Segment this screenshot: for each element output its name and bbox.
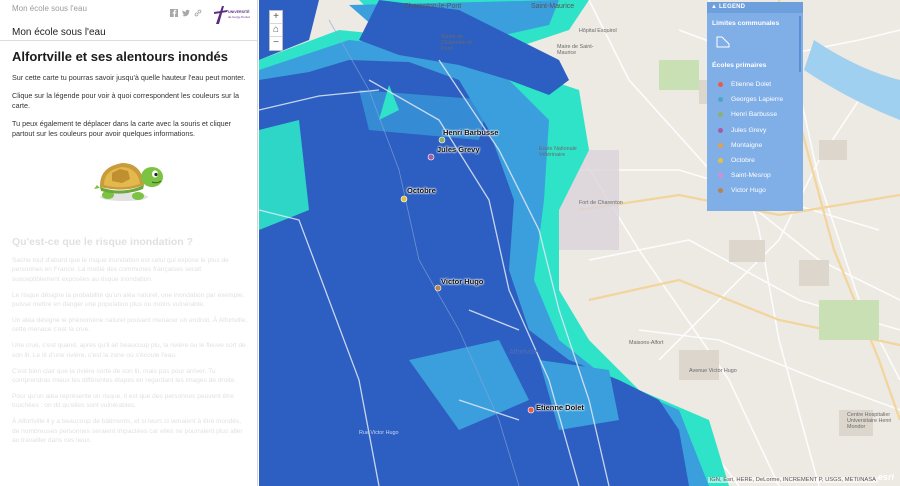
turtle-illustration [94,155,168,205]
map-canvas[interactable] [259,0,900,486]
story-paragraph: Sur cette carte tu pourras savoir jusqu'… [12,73,246,82]
site-subtitle: Mon école sous l'eau [12,4,87,13]
legend-item[interactable]: Jules Grevy [718,126,766,135]
place-label: Fort de Charenton [579,200,623,206]
facebook-icon[interactable] [170,4,178,17]
school-dot-icon [718,173,723,179]
legend-header[interactable]: ▲ LEGEND [707,2,803,13]
legend-item[interactable]: Victor Hugo [718,186,766,195]
section-paragraph: Sache tout d'abord que le risque inondat… [12,257,229,283]
school-marker-jules-grevy[interactable] [427,153,435,161]
legend-item-label: Octobre [731,157,755,164]
school-label[interactable]: Jules Grevy [437,145,480,154]
school-dot-icon [718,97,723,103]
school-marker-octobre[interactable] [400,195,408,203]
school-dot-icon [718,142,723,148]
story-paragraph: Clique sur la légende pour voir à quoi c… [12,90,239,111]
section-paragraph: Un aléa désigne le phénomène naturel pou… [12,317,248,334]
legend-item[interactable]: Montaigne [718,141,762,150]
divider [0,40,257,41]
legend-item-label: Jules Grevy [731,126,767,134]
top-bar: Mon école sous l'eau UNIVERSITÉ de Cergy… [0,0,257,24]
legend-item-label: Montaigne [731,141,763,149]
school-marker-etienne-dolet[interactable] [527,406,535,414]
twitter-icon[interactable] [182,4,190,17]
place-label: Maire de Saint-Maurice [557,44,594,56]
marne-river-outside [804,40,900,120]
legend-item-label: Victor Hugo [731,187,766,195]
legend-section-title: Limites communales [712,20,780,27]
legend-item[interactable]: Georges Lapierre [718,95,783,104]
legend-header-label: LEGEND [719,4,746,10]
faded-section: Qu'est-ce que le risque inondation ? Sac… [12,236,248,452]
svg-text:UNIVERSITÉ: UNIVERSITÉ [228,9,250,14]
story-content: Alfortville et ses alentours inondés Sur… [12,49,248,147]
map-attribution: IGN, Esri, HERE, DeLorme, INCREMENT P, U… [707,477,878,483]
place-label: Ecole Nationale Vétérinaire [539,146,577,158]
legend-item[interactable]: Octobre [718,156,755,165]
place-label: Maisons-Alfort [629,340,664,346]
flood-zones [259,0,729,486]
section-paragraph: Une crue, c'est quand, après qu'il ait b… [12,342,246,359]
site-title: Mon école sous l'eau [12,27,106,38]
legend-item-label: Saint-Mesrop [731,172,771,180]
legend-item-label: Georges Lapierre [731,96,784,104]
place-label: Rue Victor Hugo [359,430,399,436]
park [819,300,879,340]
share-bar [170,4,202,17]
zoom-controls: + ⌂ − [269,10,283,51]
school-label[interactable]: Etienne Dolet [536,403,584,412]
school-dot-icon [718,127,723,133]
university-logo: UNIVERSITÉ de Cergy-Pontoise [212,4,253,26]
commune-boundary-swatch [716,36,730,48]
esri-logo: esri [877,472,894,482]
place-label: Mairie de Charenton-le-Pont [441,34,474,52]
home-button[interactable]: ⌂ [270,24,282,37]
section-paragraph: Pour qu'un aléa représente un risque, il… [12,392,234,410]
legend-item-label: Etienne Dolet [731,81,772,88]
section-paragraph: À Alfortville il y a beaucoup de bâtimen… [12,418,243,445]
school-label[interactable]: Henri Barbusse [443,128,498,137]
story-title: Alfortville et ses alentours inondés [12,49,228,64]
place-label: Saint-Maurice [531,3,575,10]
caret-up-icon: ▲ [711,4,718,10]
school-dot-icon [718,158,723,163]
section-title: Qu'est-ce que le risque inondation ? [12,236,194,248]
school-dot-icon [718,188,723,194]
link-icon[interactable] [194,4,202,17]
place-label: Alfortville [509,349,538,356]
legend-item[interactable]: Henri Barbusse [718,110,777,119]
place-label: Avenue Victor Hugo [689,368,737,374]
section-paragraph: C'est bien clair que la rivière sorte de… [12,367,237,385]
zoom-in-button[interactable]: + [270,11,282,24]
place-label: Centre Hospitalier Universitaire Henri M… [847,412,892,430]
legend-item[interactable]: Saint-Mesrop [718,171,771,180]
legend-item-label: Henri Barbusse [731,111,778,119]
legend-item[interactable]: Etienne Dolet [718,80,771,89]
story-panel: Mon école sous l'eau UNIVERSITÉ de Cergy… [0,0,258,486]
legend-scrollbar[interactable] [799,16,801,72]
story-paragraph: Tu peux également te déplacer dans la ca… [12,118,232,139]
legend-section-title: Écoles primaires [712,62,767,69]
school-label[interactable]: Octobre [407,186,436,195]
section-paragraph: Le risque désigne la probabilité qu'un a… [12,291,245,309]
place-label: Charenton-le-Pont [404,3,462,10]
school-dot-icon [718,112,723,118]
park [659,60,699,90]
school-label[interactable]: Victor Hugo [441,277,483,286]
legend-panel[interactable]: ▲ LEGEND Limites communales Écoles prima… [707,2,803,211]
school-marker-henri-barbusse[interactable] [438,136,446,144]
zoom-out-button[interactable]: − [270,37,282,50]
flood-map[interactable]: Charenton-le-Pont Saint-Maurice Mairie d… [259,0,900,486]
school-dot-icon [718,82,723,87]
place-label: Hôpital Esquirol [579,28,617,34]
svg-text:de Cergy-Pontoise: de Cergy-Pontoise [228,15,250,19]
